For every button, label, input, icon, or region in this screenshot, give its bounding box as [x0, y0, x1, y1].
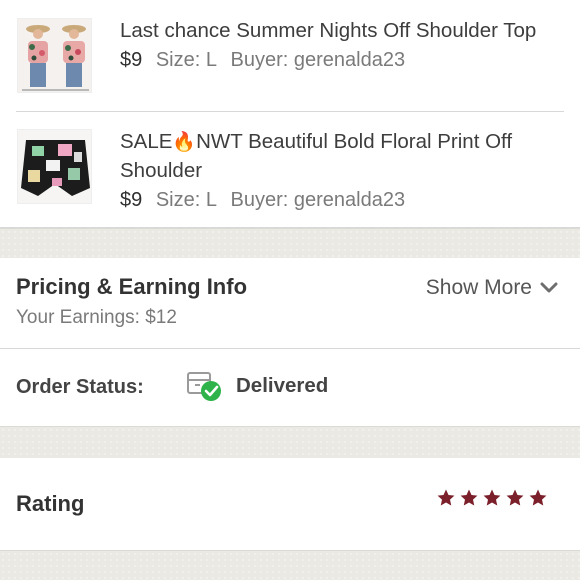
star-icon [529, 489, 547, 506]
rating-label: Rating [16, 491, 85, 516]
section-spacer [0, 228, 580, 258]
item-title-prefix: SALE [120, 130, 173, 153]
section-spacer [0, 426, 580, 458]
star-icon [483, 489, 501, 506]
earnings-text: Your Earnings: $12 [16, 307, 177, 328]
item-size: Size: L [155, 49, 217, 71]
order-items: Last chance Summer Nights Off Shoulder T… [0, 0, 580, 228]
rating-section: Rating [0, 458, 580, 550]
order-status-section: Order Status: Delivered [0, 349, 580, 426]
item-details: SALE🔥NWT Beautiful Bold Floral Print Off… [120, 128, 564, 214]
item-thumbnail[interactable] [17, 129, 92, 204]
star-icon [437, 489, 455, 506]
item-buyer: Buyer: gerenalda23 [230, 189, 406, 211]
item-details: Last chance Summer Nights Off Shoulder T… [120, 17, 564, 74]
list-item[interactable]: Last chance Summer Nights Off Shoulder T… [0, 0, 580, 111]
item-title[interactable]: SALE🔥NWT Beautiful Bold Floral Print Off… [120, 128, 564, 185]
star-icon [506, 489, 524, 506]
order-status-value: Delivered [236, 374, 329, 397]
item-price: $9 [120, 189, 143, 211]
item-meta: $9 Size: L Buyer: gerenalda23 [120, 186, 564, 214]
item-price: $9 [120, 49, 143, 71]
star-rating[interactable] [436, 488, 548, 508]
chevron-down-icon [540, 282, 558, 293]
pricing-section: Pricing & Earning Info Your Earnings: $1… [0, 258, 580, 349]
item-title[interactable]: Last chance Summer Nights Off Shoulder T… [120, 17, 564, 45]
section-title: Pricing & Earning Info [16, 274, 248, 299]
show-more-button[interactable]: Show More [426, 276, 558, 300]
fire-icon: 🔥 [172, 132, 197, 153]
item-buyer: Buyer: gerenalda23 [230, 49, 406, 71]
show-more-label: Show More [425, 276, 532, 299]
star-icon [460, 489, 478, 506]
item-thumbnail[interactable] [17, 18, 92, 93]
order-status-label: Order Status: [16, 376, 144, 398]
list-item[interactable]: SALE🔥NWT Beautiful Bold Floral Print Off… [0, 112, 580, 228]
item-size: Size: L [155, 189, 217, 211]
item-meta: $9 Size: L Buyer: gerenalda23 [120, 46, 564, 74]
section-spacer [0, 550, 580, 580]
package-delivered-icon [187, 372, 221, 401]
